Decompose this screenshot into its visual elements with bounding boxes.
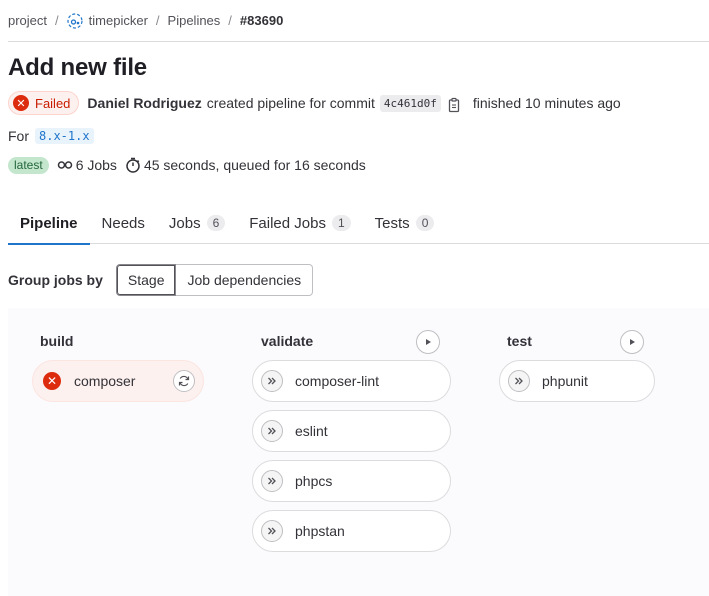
tab-label: Needs: [101, 214, 145, 232]
job-phpstan[interactable]: phpstan: [252, 510, 451, 552]
for-label: For: [8, 128, 29, 144]
breadcrumb: project / timepicker / Pipelines / #8369…: [8, 0, 709, 42]
stage-title-validate: validate: [261, 333, 314, 349]
skipped-icon: [261, 520, 283, 542]
group-by-label: Group jobs by: [8, 272, 103, 288]
author-link[interactable]: Daniel Rodriguez: [87, 95, 201, 111]
timer-icon: [125, 157, 141, 173]
tab-needs[interactable]: Needs: [90, 202, 157, 244]
tab-pipeline[interactable]: Pipeline: [8, 202, 90, 245]
failed-icon: ✕: [43, 372, 61, 390]
finished-text: finished 10 minutes ago: [472, 95, 621, 111]
tab-label: Failed Jobs: [249, 214, 326, 232]
tab-label: Jobs: [168, 214, 201, 232]
job-name: composer-lint: [295, 373, 380, 389]
pipeline-meta: latest 6 Jobs 45 seconds, queued for 16 …: [8, 153, 366, 177]
pipeline-icon: [57, 157, 73, 173]
commit-sha[interactable]: 4c461d0f: [379, 94, 441, 112]
breadcrumb-separator: /: [55, 13, 59, 28]
play-icon[interactable]: [416, 330, 440, 354]
play-icon[interactable]: [620, 330, 644, 354]
failed-icon: ✕: [13, 95, 29, 111]
tab-label: Pipeline: [20, 214, 78, 232]
created-text: created pipeline for commit: [206, 95, 375, 111]
project-logo-icon: [67, 12, 83, 29]
tab-label: Tests: [374, 214, 410, 232]
breadcrumb-project[interactable]: project: [8, 13, 47, 28]
job-name: phpunit: [542, 373, 588, 389]
job-name: phpstan: [295, 523, 345, 539]
skipped-icon: [508, 370, 530, 392]
latest-badge: latest: [8, 156, 49, 174]
breadcrumb-separator: /: [155, 13, 160, 28]
status-label: Failed: [35, 95, 71, 111]
job-name: phpcs: [295, 473, 333, 489]
tab-count: 6: [206, 215, 226, 231]
breadcrumb-pipeline-id[interactable]: #83690: [240, 13, 283, 28]
skipped-icon: [261, 370, 283, 392]
jobs-count: 6 Jobs: [75, 157, 117, 173]
stage-title-build: build: [40, 333, 74, 349]
skipped-icon: [261, 420, 283, 442]
breadcrumb-separator: /: [228, 13, 232, 28]
copy-icon[interactable]: [447, 97, 463, 113]
job-name: eslint: [295, 423, 328, 439]
skipped-icon: [261, 470, 283, 492]
tab-tests[interactable]: Tests 0: [363, 202, 447, 244]
group-by-stage-button[interactable]: Stage: [115, 264, 177, 296]
job-eslint[interactable]: eslint: [252, 410, 451, 452]
breadcrumb-timepicker[interactable]: timepicker: [89, 13, 148, 28]
job-name: composer: [74, 373, 136, 389]
group-by-toggle: Stage Job dependencies: [115, 264, 314, 296]
group-jobs-by: Group jobs by Stage Job dependencies: [8, 264, 314, 296]
tab-jobs[interactable]: Jobs 6: [157, 202, 237, 244]
job-composer-lint[interactable]: composer-lint: [252, 360, 451, 402]
tab-failed-jobs[interactable]: Failed Jobs 1: [237, 202, 362, 244]
job-phpcs[interactable]: phpcs: [252, 460, 451, 502]
tab-count: 1: [331, 215, 351, 231]
retry-icon[interactable]: [173, 370, 195, 392]
duration-text: 45 seconds, queued for 16 seconds: [143, 157, 366, 173]
pipeline-summary: ✕ Failed Daniel Rodriguez created pipeli…: [8, 91, 621, 115]
page-title: Add new file: [8, 54, 147, 81]
pipeline-graph: build ✕ composer validate composer-lint …: [8, 308, 709, 596]
pipeline-tabs: Pipeline Needs Jobs 6 Failed Jobs 1 Tests 0: [8, 202, 709, 245]
stage-title-test: test: [507, 333, 532, 349]
job-phpunit[interactable]: phpunit: [499, 360, 655, 402]
tab-count: 0: [415, 215, 435, 231]
pipeline-ref: For 8.x-1.x: [8, 124, 94, 148]
status-badge[interactable]: ✕ Failed: [8, 91, 80, 115]
branch-link[interactable]: 8.x-1.x: [35, 128, 94, 144]
breadcrumb-pipelines[interactable]: Pipelines: [168, 13, 221, 28]
group-by-dependencies-button[interactable]: Job dependencies: [176, 264, 314, 296]
job-composer[interactable]: ✕ composer: [32, 360, 204, 402]
